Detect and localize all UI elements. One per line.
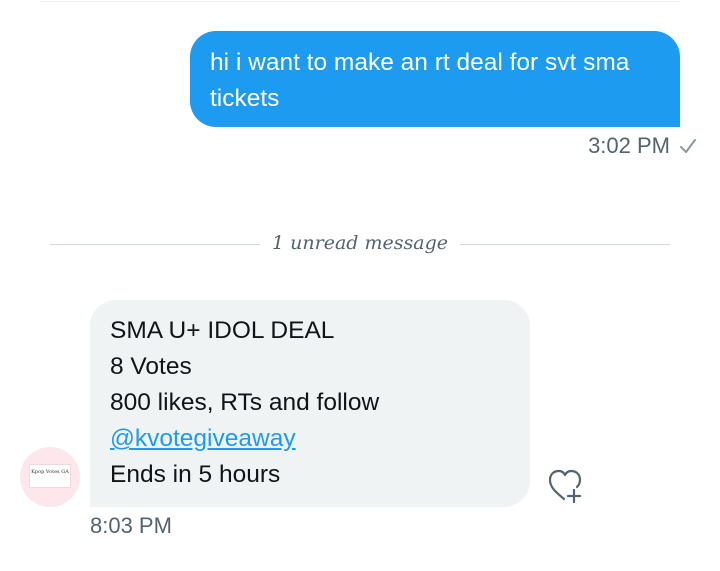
message-line-votes: 8 Votes (110, 353, 192, 380)
unread-message-divider: 1 unread message (50, 226, 670, 260)
message-line-ends: Ends in 5 hours (110, 461, 281, 488)
message-line-title: SMA U+ IDOL DEAL (110, 317, 335, 344)
check-icon (678, 136, 698, 156)
avatar-text: Kpop Votes GA (31, 469, 69, 475)
heart-plus-icon (546, 468, 584, 509)
sent-message-time: 3:02 PM (588, 133, 670, 158)
divider-line-right (460, 244, 670, 245)
received-message-bubble[interactable]: SMA U+ IDOL DEAL 8 Votes 800 likes, RTs … (90, 300, 530, 507)
sent-message-bubble[interactable]: hi i want to make an rt deal for svt sma… (190, 31, 680, 127)
sent-message-text: hi i want to make an rt deal for svt sma… (210, 49, 630, 112)
message-line-requirements: 800 likes, RTs and follow (110, 389, 380, 416)
unread-message-label: 1 unread message (272, 232, 448, 254)
sent-message-meta: 3:02 PM (588, 131, 698, 161)
mention-link[interactable]: @kvotegiveaway (110, 421, 512, 457)
divider-line-left (50, 244, 260, 245)
avatar-card: Kpop Votes GA (29, 464, 71, 488)
top-divider (40, 1, 680, 2)
avatar[interactable]: Kpop Votes GA (20, 447, 80, 507)
received-message-time: 8:03 PM (90, 513, 172, 538)
add-reaction-button[interactable] (544, 469, 586, 507)
